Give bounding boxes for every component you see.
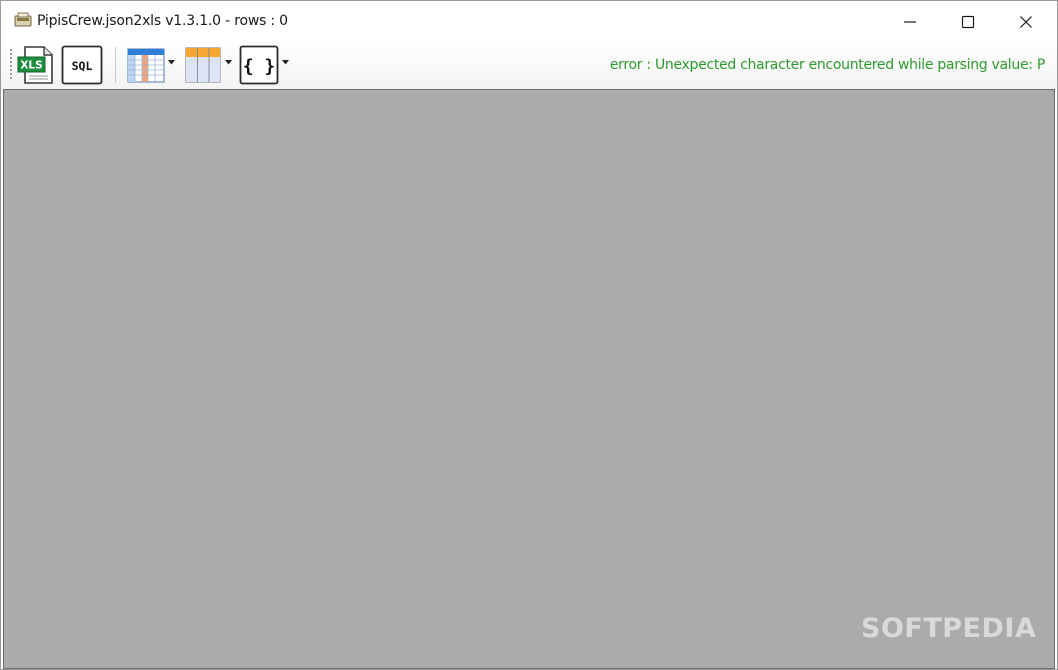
xls-file-icon: XLS [17,46,53,84]
columns-table-icon [185,47,221,83]
maximize-button[interactable] [939,1,997,41]
json-format-dropdown-icon[interactable] [282,60,289,65]
window-title: PipisCrew.json2xls v1.3.1.0 - rows : 0 [37,13,288,29]
sql-icon: SQL [61,45,103,85]
close-button[interactable] [997,1,1055,41]
toolbar: XLS SQL {} error: Unexpected character… [1,41,1057,89]
maximize-icon [961,15,975,29]
export-xls-button[interactable]: XLS [16,45,56,85]
minimize-icon [904,21,916,23]
table-view-dropdown-icon[interactable] [168,60,175,65]
minimize-button[interactable] [881,1,939,41]
title-bar: PipisCrew.json2xls v1.3.1.0 - rows : 0 [1,1,1057,41]
toolbar-separator [115,47,116,83]
close-icon [1020,16,1032,28]
app-window: PipisCrew.json2xls v1.3.1.0 - rows : 0 X… [0,0,1058,670]
error-status-message: error : Unexpected character encountered… [609,57,1045,73]
braces-label: { } [243,56,276,77]
watermark-logo: SOFTPEDIA [861,613,1037,644]
table-view-button[interactable] [126,45,166,85]
xls-label: XLS [20,60,42,72]
columns-view-button[interactable] [183,45,223,85]
toolbar-grip-icon[interactable] [9,48,13,82]
json-format-button[interactable]: { } [239,45,279,85]
export-sql-button[interactable]: SQL [61,45,103,85]
sql-label: SQL [72,59,93,73]
json-file-icon [14,12,32,27]
workspace-area[interactable] [3,89,1055,669]
columns-view-dropdown-icon[interactable] [225,60,232,65]
braces-icon: { } [239,45,279,85]
grid-table-icon [127,48,165,83]
